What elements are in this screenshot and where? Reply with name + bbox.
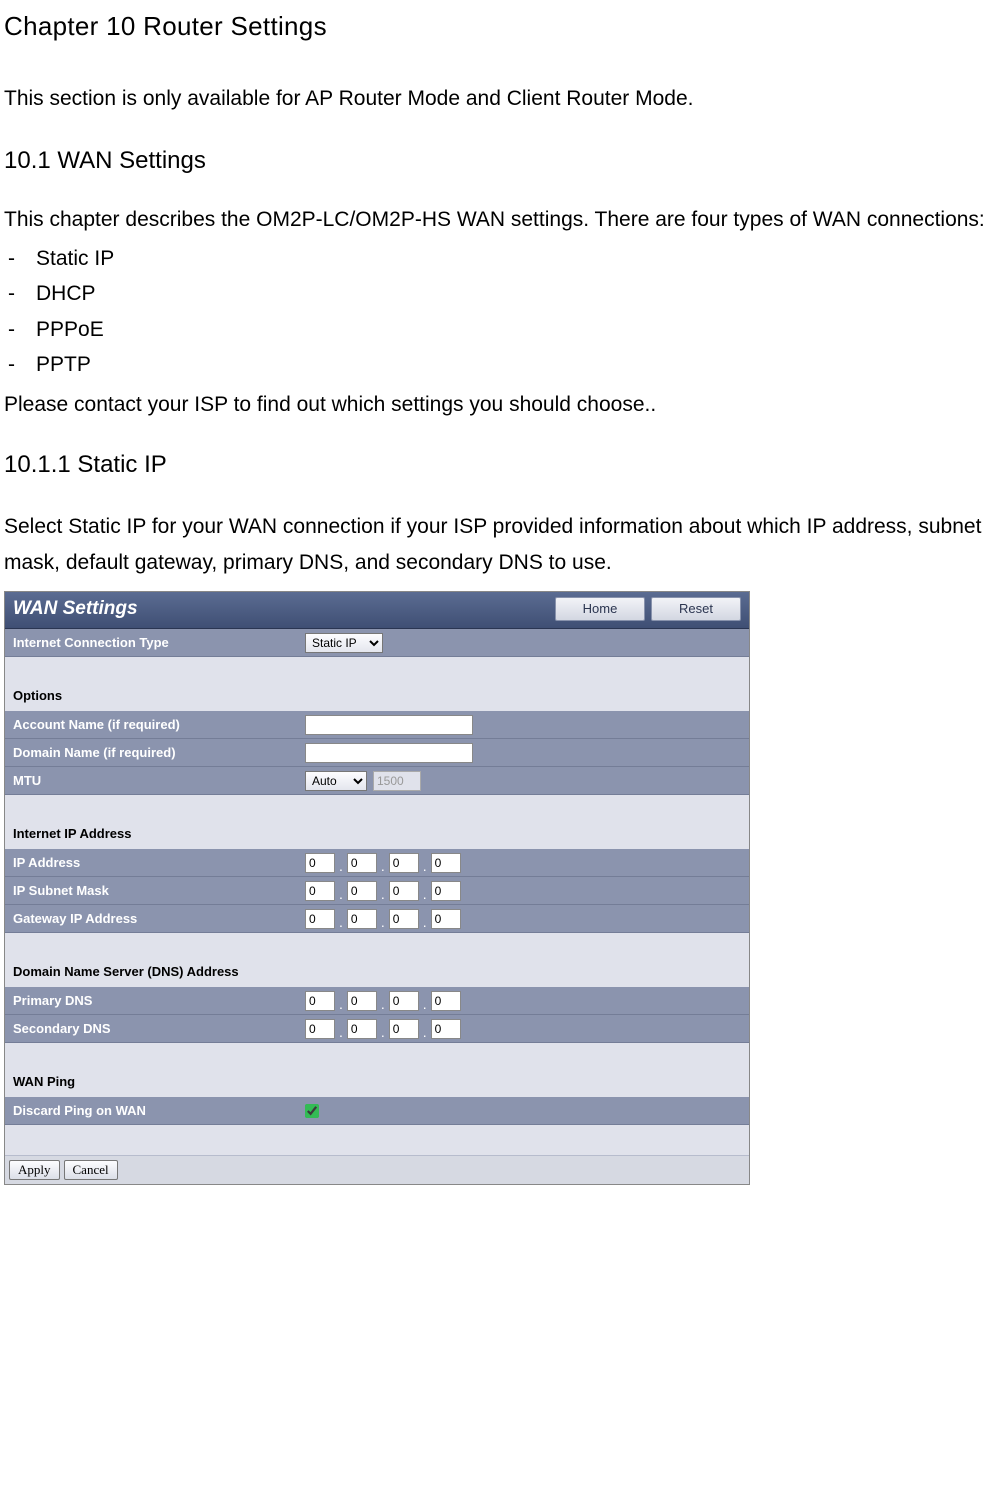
dot-separator: . <box>337 913 345 933</box>
pdns-octet-3[interactable] <box>389 991 419 1011</box>
cancel-button[interactable]: Cancel <box>64 1160 118 1180</box>
dot-separator: . <box>379 913 387 933</box>
list-item: DHCP <box>4 276 991 311</box>
row-subnet-mask: IP Subnet Mask . . . <box>5 877 749 905</box>
panel-footer: Apply Cancel <box>5 1155 749 1184</box>
panel-title: WAN Settings <box>13 596 555 623</box>
connection-type-select[interactable]: Static IP <box>305 633 383 653</box>
section-heading-10-1-1: 10.1.1 Static IP <box>4 448 991 482</box>
row-account-name: Account Name (if required) <box>5 711 749 739</box>
dot-separator: . <box>337 1023 345 1043</box>
dot-separator: . <box>421 885 429 905</box>
ip-octet-4[interactable] <box>431 853 461 873</box>
home-button[interactable]: Home <box>555 597 645 621</box>
mtu-value-input <box>373 771 421 791</box>
sdns-octet-3[interactable] <box>389 1019 419 1039</box>
label-secondary-dns: Secondary DNS <box>5 1020 305 1038</box>
heading-wan-ping: WAN Ping <box>5 1043 749 1097</box>
label-domain-name: Domain Name (if required) <box>5 744 305 762</box>
section-description: This chapter describes the OM2P-LC/OM2P-… <box>4 205 991 234</box>
apply-button[interactable]: Apply <box>9 1160 60 1180</box>
row-primary-dns: Primary DNS . . . <box>5 987 749 1015</box>
ip-octet-2[interactable] <box>347 853 377 873</box>
heading-dns: Domain Name Server (DNS) Address <box>5 933 749 987</box>
dot-separator: . <box>379 857 387 877</box>
subnet-octet-1[interactable] <box>305 881 335 901</box>
label-gateway: Gateway IP Address <box>5 910 305 928</box>
row-domain-name: Domain Name (if required) <box>5 739 749 767</box>
label-mtu: MTU <box>5 772 305 790</box>
list-item: PPPoE <box>4 312 991 347</box>
mtu-mode-select[interactable]: Auto <box>305 771 367 791</box>
intro-paragraph: This section is only available for AP Ro… <box>4 84 991 113</box>
ip-octet-1[interactable] <box>305 853 335 873</box>
pdns-octet-2[interactable] <box>347 991 377 1011</box>
label-subnet-mask: IP Subnet Mask <box>5 882 305 900</box>
dot-separator: . <box>421 857 429 877</box>
discard-ping-checkbox[interactable] <box>305 1104 319 1118</box>
gateway-octet-4[interactable] <box>431 909 461 929</box>
dot-separator: . <box>421 995 429 1015</box>
dot-separator: . <box>379 995 387 1015</box>
subnet-octet-2[interactable] <box>347 881 377 901</box>
label-connection-type: Internet Connection Type <box>5 634 305 652</box>
subnet-octet-3[interactable] <box>389 881 419 901</box>
static-ip-description: Select Static IP for your WAN connection… <box>4 509 991 580</box>
spacer-row <box>5 1125 749 1155</box>
wan-types-list: Static IP DHCP PPPoE PPTP <box>4 241 991 383</box>
row-gateway: Gateway IP Address . . . <box>5 905 749 933</box>
row-ip-address: IP Address . . . <box>5 849 749 877</box>
row-mtu: MTU Auto <box>5 767 749 795</box>
sdns-octet-2[interactable] <box>347 1019 377 1039</box>
sdns-octet-1[interactable] <box>305 1019 335 1039</box>
row-connection-type: Internet Connection Type Static IP <box>5 629 749 657</box>
ip-octet-3[interactable] <box>389 853 419 873</box>
chapter-title: Chapter 10 Router Settings <box>4 8 991 44</box>
list-item: PPTP <box>4 347 991 382</box>
gateway-octet-2[interactable] <box>347 909 377 929</box>
dot-separator: . <box>337 885 345 905</box>
row-secondary-dns: Secondary DNS . . . <box>5 1015 749 1043</box>
pdns-octet-1[interactable] <box>305 991 335 1011</box>
dot-separator: . <box>421 1023 429 1043</box>
account-name-input[interactable] <box>305 715 473 735</box>
label-discard-ping: Discard Ping on WAN <box>5 1102 305 1120</box>
heading-internet-ip: Internet IP Address <box>5 795 749 849</box>
dot-separator: . <box>337 857 345 877</box>
section-heading-10-1: 10.1 WAN Settings <box>4 144 991 178</box>
sdns-octet-4[interactable] <box>431 1019 461 1039</box>
gateway-octet-1[interactable] <box>305 909 335 929</box>
isp-note: Please contact your ISP to find out whic… <box>4 390 991 419</box>
subnet-octet-4[interactable] <box>431 881 461 901</box>
domain-name-input[interactable] <box>305 743 473 763</box>
dot-separator: . <box>421 913 429 933</box>
dot-separator: . <box>379 885 387 905</box>
pdns-octet-4[interactable] <box>431 991 461 1011</box>
heading-options: Options <box>5 657 749 711</box>
row-discard-ping: Discard Ping on WAN <box>5 1097 749 1125</box>
label-account-name: Account Name (if required) <box>5 716 305 734</box>
reset-button[interactable]: Reset <box>651 597 741 621</box>
wan-settings-panel: WAN Settings Home Reset Internet Connect… <box>4 591 750 1186</box>
label-primary-dns: Primary DNS <box>5 992 305 1010</box>
dot-separator: . <box>337 995 345 1015</box>
label-ip-address: IP Address <box>5 854 305 872</box>
dot-separator: . <box>379 1023 387 1043</box>
gateway-octet-3[interactable] <box>389 909 419 929</box>
list-item: Static IP <box>4 241 991 276</box>
panel-header: WAN Settings Home Reset <box>5 592 749 630</box>
